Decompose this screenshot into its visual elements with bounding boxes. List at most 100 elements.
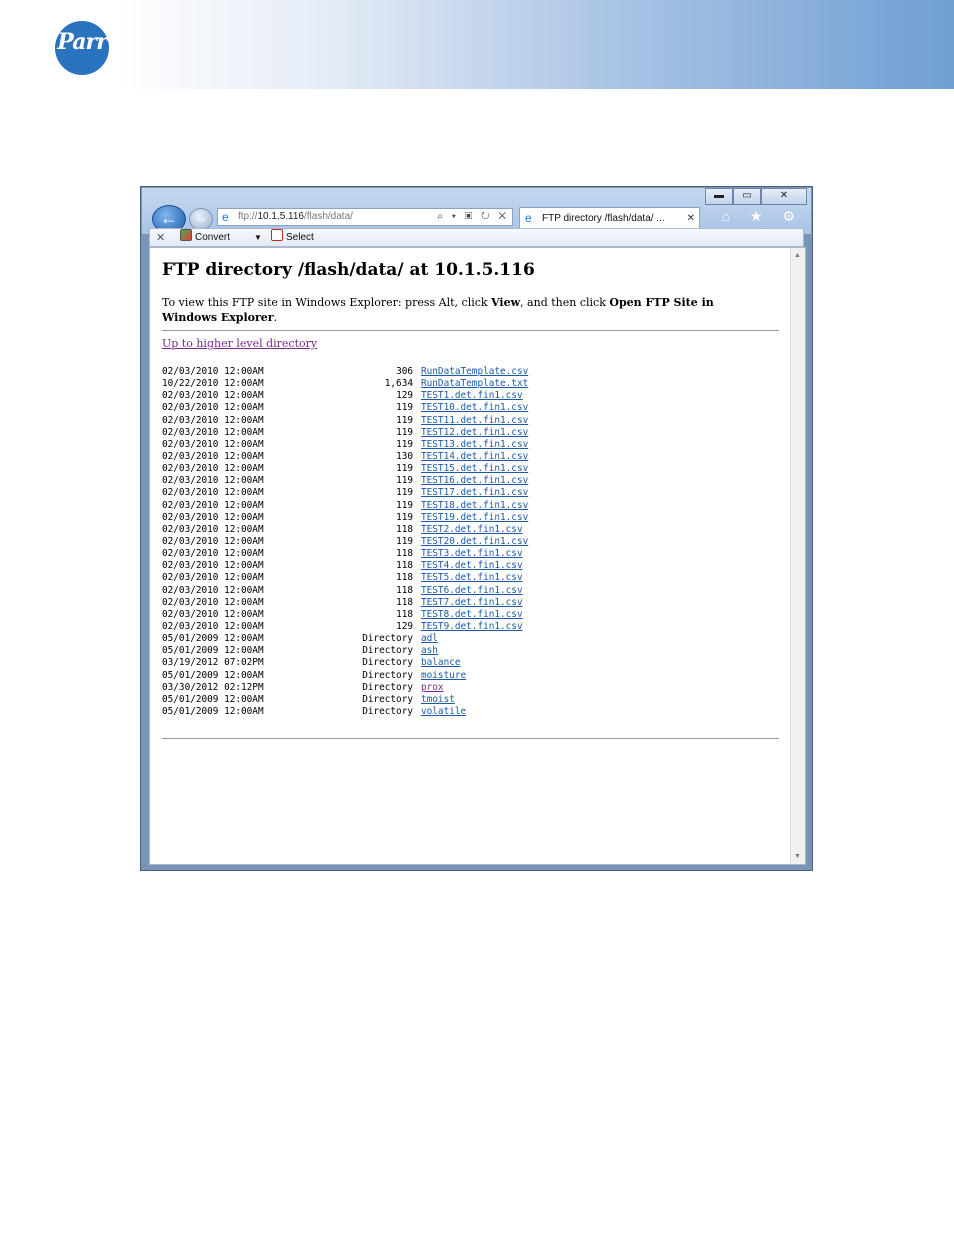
entry-size: Directory <box>362 645 413 657</box>
entry-date: 02/03/2010 12:00AM <box>162 487 264 499</box>
entry-link[interactable]: RunDataTemplate.txt <box>421 378 528 390</box>
entry-date: 05/01/2009 12:00AM <box>162 645 264 657</box>
entry-link[interactable]: prox <box>421 682 444 694</box>
entry-size: 1,634 <box>384 378 413 390</box>
entry-link[interactable]: TEST7.det.fin1.csv <box>421 597 523 609</box>
entry-size: 129 <box>396 620 413 632</box>
entry-link[interactable]: TEST14.det.fin1.csv <box>421 451 528 463</box>
divider-bottom <box>162 738 779 739</box>
select-button[interactable]: Select <box>271 229 314 246</box>
entry-link[interactable]: moisture <box>421 670 466 682</box>
entry-link[interactable]: TEST4.det.fin1.csv <box>421 560 523 572</box>
address-bar[interactable]: e ftp://10.1.5.116/flash/data/ ⌕ ▾ ▣ ↻ ✕ <box>217 208 513 226</box>
entry-link[interactable]: TEST8.det.fin1.csv <box>421 609 523 621</box>
entry-link[interactable]: RunDataTemplate.csv <box>421 366 528 378</box>
tab-close-icon[interactable]: ✕ <box>687 208 695 229</box>
tab-title: FTP directory /flash/data/ ... <box>542 213 665 224</box>
entry-date: 03/30/2012 02:12PM <box>162 681 264 693</box>
close-bar-icon[interactable]: ✕ <box>156 230 165 247</box>
entry-date: 02/03/2010 12:00AM <box>162 523 264 535</box>
close-window-button[interactable]: ✕ <box>761 188 807 205</box>
up-directory-link[interactable]: Up to higher level directory <box>162 337 317 350</box>
intro-text: To view this FTP site in Windows Explore… <box>162 296 714 324</box>
entry-date: 02/03/2010 12:00AM <box>162 548 264 560</box>
entry-size: 119 <box>396 426 413 438</box>
entry-size: 118 <box>396 608 413 620</box>
entry-link[interactable]: TEST16.det.fin1.csv <box>421 475 528 487</box>
entry-date: 02/03/2010 12:00AM <box>162 475 264 487</box>
entry-size: 119 <box>396 463 413 475</box>
entry-link[interactable]: TEST18.det.fin1.csv <box>421 500 528 512</box>
address-url[interactable]: ftp://10.1.5.116/flash/data/ <box>238 209 353 225</box>
entry-link[interactable]: TEST10.det.fin1.csv <box>421 402 528 414</box>
entry-size: 119 <box>396 414 413 426</box>
entry-size: 119 <box>396 499 413 511</box>
select-icon <box>271 229 283 241</box>
logo-text: Parr <box>57 29 107 55</box>
entry-link[interactable]: TEST6.det.fin1.csv <box>421 585 523 597</box>
tab-ftp-directory[interactable]: e FTP directory /flash/data/ ... ✕ <box>519 207 700 229</box>
entry-date: 02/03/2010 12:00AM <box>162 596 264 608</box>
entry-size: 119 <box>396 438 413 450</box>
entry-date: 02/03/2010 12:00AM <box>162 390 264 402</box>
scroll-up-icon[interactable]: ▲ <box>794 252 801 259</box>
maximize-button[interactable]: ▭ <box>733 188 761 205</box>
convert-icon <box>180 229 192 241</box>
entry-size: Directory <box>362 669 413 681</box>
entry-link[interactable]: TEST5.det.fin1.csv <box>421 572 523 584</box>
entry-link[interactable]: TEST15.det.fin1.csv <box>421 463 528 475</box>
entry-size: 119 <box>396 402 413 414</box>
vertical-scrollbar[interactable]: ▲ ▼ <box>790 248 805 864</box>
entry-link[interactable]: volatile <box>421 706 466 718</box>
divider-top <box>162 330 779 331</box>
browser-window: ▬ ▭ ✕ ← → e ftp://10.1.5.116/flash/data/… <box>140 186 813 871</box>
entry-link[interactable]: TEST13.det.fin1.csv <box>421 439 528 451</box>
entry-size: 118 <box>396 548 413 560</box>
entry-size: Directory <box>362 681 413 693</box>
entry-link[interactable]: adl <box>421 633 438 645</box>
forward-button[interactable]: → <box>189 208 213 230</box>
entry-date: 05/01/2009 12:00AM <box>162 705 264 717</box>
entry-link[interactable]: TEST17.det.fin1.csv <box>421 487 528 499</box>
entry-link[interactable]: TEST1.det.fin1.csv <box>421 390 523 402</box>
entry-date: 10/22/2010 12:00AM <box>162 378 264 390</box>
entry-date: 02/03/2010 12:00AM <box>162 560 264 572</box>
entry-date: 02/03/2010 12:00AM <box>162 499 264 511</box>
address-tools[interactable]: ⌕ ▾ ▣ ↻ ✕ <box>437 209 509 225</box>
entry-link[interactable]: TEST19.det.fin1.csv <box>421 512 528 524</box>
scroll-down-icon[interactable]: ▼ <box>794 853 801 860</box>
entry-link[interactable]: TEST9.det.fin1.csv <box>421 621 523 633</box>
entry-size: 119 <box>396 475 413 487</box>
entry-link[interactable]: TEST12.det.fin1.csv <box>421 427 528 439</box>
chevron-down-icon[interactable]: ▼ <box>254 229 262 246</box>
entry-link[interactable]: TEST2.det.fin1.csv <box>421 524 523 536</box>
entry-date: 05/01/2009 12:00AM <box>162 693 264 705</box>
entry-link[interactable]: TEST11.det.fin1.csv <box>421 415 528 427</box>
home-favorites-tools-icons[interactable]: ⌂ ★ ⚙ <box>722 208 803 225</box>
page-content: FTP directory /flash/data/ at 10.1.5.116… <box>149 247 806 865</box>
entry-size: Directory <box>362 657 413 669</box>
entry-size: 118 <box>396 572 413 584</box>
entry-link[interactable]: balance <box>421 657 461 669</box>
convert-button[interactable]: Convert <box>180 229 230 246</box>
entry-size: 118 <box>396 584 413 596</box>
entry-size: 119 <box>396 535 413 547</box>
entry-date: 02/03/2010 12:00AM <box>162 414 264 426</box>
entry-size: 129 <box>396 390 413 402</box>
entry-date: 02/03/2010 12:00AM <box>162 402 264 414</box>
entry-date: 05/01/2009 12:00AM <box>162 669 264 681</box>
entry-link[interactable]: TEST3.det.fin1.csv <box>421 548 523 560</box>
entry-date: 02/03/2010 12:00AM <box>162 535 264 547</box>
entry-link[interactable]: ash <box>421 645 438 657</box>
entry-date: 02/03/2010 12:00AM <box>162 426 264 438</box>
minimize-button[interactable]: ▬ <box>705 188 733 205</box>
entry-date: 02/03/2010 12:00AM <box>162 366 264 377</box>
entry-size: 306 <box>396 366 413 377</box>
entry-link[interactable]: TEST20.det.fin1.csv <box>421 536 528 548</box>
entry-date: 03/19/2012 07:02PM <box>162 657 264 669</box>
entry-link[interactable]: tmoist <box>421 694 455 706</box>
entry-date: 02/03/2010 12:00AM <box>162 584 264 596</box>
entry-size: 118 <box>396 560 413 572</box>
header-banner: Parr <box>0 0 954 89</box>
ie-tab-icon: e <box>525 211 532 225</box>
